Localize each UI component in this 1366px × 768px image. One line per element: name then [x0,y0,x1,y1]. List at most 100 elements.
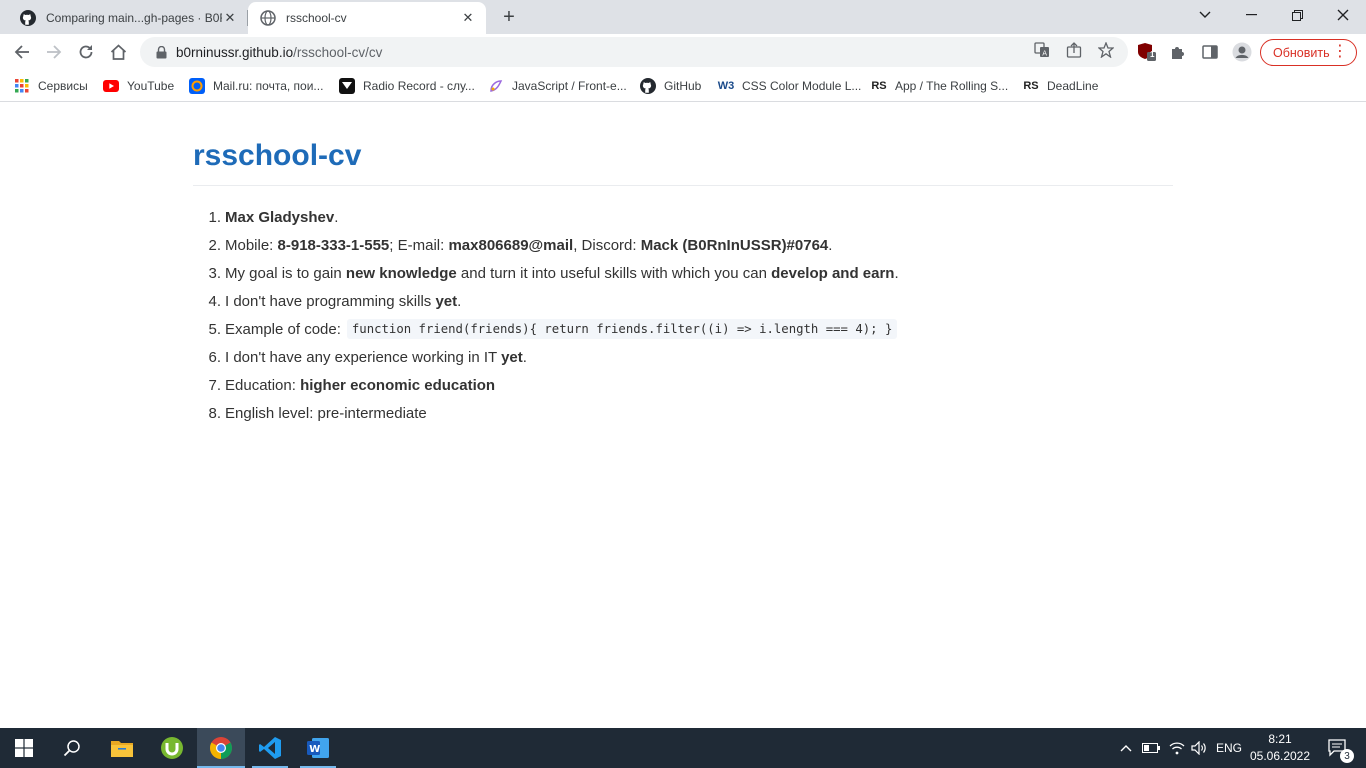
extensions-puzzle-icon[interactable] [1168,42,1188,62]
file-explorer-icon[interactable] [98,728,146,768]
bookmark-label: CSS Color Module L... [742,79,862,93]
list-item-text: Example of code: [225,321,341,338]
tab-rsschool-cv[interactable]: rsschool-cv ✕ [248,2,486,34]
list-number: 7. [208,376,221,394]
lock-icon[interactable] [154,45,168,59]
w3c-icon: W3 [717,80,735,92]
close-tab-icon[interactable]: ✕ [222,10,238,26]
bold-text: 8-918-333-1-555 [277,236,390,254]
wifi-icon[interactable] [1166,728,1188,768]
radio-record-icon [339,78,355,94]
forward-button[interactable] [40,38,68,66]
bookmark-youtube[interactable]: YouTube [103,75,174,97]
list-item-text: Education: higher economic education [225,377,495,394]
list-item-text: I don't have programming skills yet. [225,293,461,310]
bold-text: Mack (B0RnInUSSR)#0764 [640,236,829,254]
battery-icon[interactable] [1140,728,1162,768]
bookmarks-bar: Сервисы YouTube Mail.ru: почта, пои... R… [0,70,1366,102]
tab-search-chevron-icon[interactable] [1182,0,1228,30]
update-button[interactable]: Обновить ⋮ [1260,39,1357,66]
bookmark-star-icon[interactable] [1097,41,1115,59]
bookmark-label: YouTube [127,79,175,93]
list-number: 2. [208,236,221,254]
text: . [522,348,527,366]
bookmark-rolling-scopes-app[interactable]: RS App / The Rolling S... [871,75,1008,97]
bold-text: max806689@mail [448,236,574,254]
globe-icon [260,10,276,26]
start-icon[interactable] [0,728,48,768]
new-tab-button[interactable]: + [498,6,520,28]
list-number: 4. [208,292,221,310]
cv-list-item: 3. My goal is to gain new knowledge and t… [193,259,1173,287]
text: . [334,208,339,226]
reload-button[interactable] [72,38,100,66]
javascript-icon [488,78,504,94]
bookmark-services[interactable]: Сервисы [14,75,88,97]
show-hidden-icons-chevron-icon[interactable] [1116,728,1136,768]
restore-icon[interactable] [1274,0,1320,30]
tab-strip: Comparing main...gh-pages · B0R ✕ rsscho… [0,0,1366,34]
notification-count: 3 [1340,749,1354,763]
list-item-text: Max Gladyshev. [225,209,338,226]
bold-text: Max Gladyshev [225,208,335,226]
bookmark-label: Radio Record - слу... [363,79,475,93]
list-number: 6. [208,348,221,366]
share-icon[interactable] [1065,41,1083,59]
windows-taskbar: W ENG 8:21 05.06.2022 3 [0,728,1366,768]
bookmark-github[interactable]: GitHub [640,75,701,97]
address-bar[interactable]: b0rninussr.github.io/rsschool-cv/cv [140,37,1128,67]
update-label: Обновить [1273,45,1330,60]
chrome-icon[interactable] [197,728,245,768]
bookmark-deadline[interactable]: RS DeadLine [1023,75,1098,97]
word-icon[interactable]: W [294,728,342,768]
list-item-text: English level: pre-intermediate [225,405,427,422]
home-button[interactable] [104,38,132,66]
list-item-text: Mobile: 8-918-333-1-555; E-mail: max8066… [225,237,832,254]
text: ; E-mail: [389,236,449,254]
text: I don't have any experience working in I… [225,348,502,366]
more-menu-icon[interactable]: ⋮ [1332,43,1348,61]
back-button[interactable] [8,38,36,66]
bookmark-css-color[interactable]: W3 CSS Color Module L... [717,75,862,97]
input-language[interactable]: ENG [1212,728,1246,768]
tab-comparing[interactable]: Comparing main...gh-pages · B0R ✕ [8,2,248,34]
bold-text: yet [435,292,458,310]
volume-icon[interactable] [1188,728,1210,768]
vscode-icon[interactable] [246,728,294,768]
tab-title: Comparing main...gh-pages · B0R [46,11,222,25]
text: My goal is to gain [225,264,346,282]
text: . [894,264,899,282]
clock[interactable]: 8:21 05.06.2022 [1248,731,1312,765]
github-icon [20,10,36,26]
profile-avatar-icon[interactable] [1232,42,1252,62]
list-number: 8. [208,404,221,422]
close-tab-icon[interactable]: ✕ [460,10,476,26]
rs-icon: RS [871,80,887,92]
text: , Discord: [573,236,641,254]
tab-title: rsschool-cv [286,11,347,25]
cv-list-item: 6. I don't have any experience working in… [193,343,1173,371]
list-number: 3. [208,264,221,282]
ublock-extension-icon[interactable]: 1 [1137,42,1157,62]
clock-time: 8:21 [1268,732,1292,746]
text: and turn it into useful skills with whic… [456,264,772,282]
notifications-button[interactable]: 3 [1318,728,1358,768]
page-title[interactable]: rsschool-cv [193,139,361,173]
clock-date: 05.06.2022 [1249,749,1311,763]
close-window-icon[interactable] [1320,0,1366,30]
bookmark-label: App / The Rolling S... [895,79,1009,93]
bookmark-mailru[interactable]: Mail.ru: почта, пои... [189,75,323,97]
translate-icon[interactable]: A [1033,41,1051,59]
bookmark-label: Сервисы [38,79,88,93]
side-panel-icon[interactable] [1200,42,1220,62]
bookmark-label: JavaScript / Front-e... [512,79,627,93]
bookmark-radio-record[interactable]: Radio Record - слу... [339,75,475,97]
minimize-icon[interactable] [1228,0,1274,30]
search-icon[interactable] [48,728,96,768]
bookmark-javascript[interactable]: JavaScript / Front-e... [488,75,627,97]
page-content: rsschool-cv 1. Max Gladyshev. 2. Mobile: 8-… [0,103,1366,728]
list-number: 5. [208,320,221,338]
utorrent-icon[interactable] [148,728,196,768]
url-host: b0rninussr.github.io [176,44,294,60]
bookmark-label: Mail.ru: почта, пои... [213,79,324,93]
